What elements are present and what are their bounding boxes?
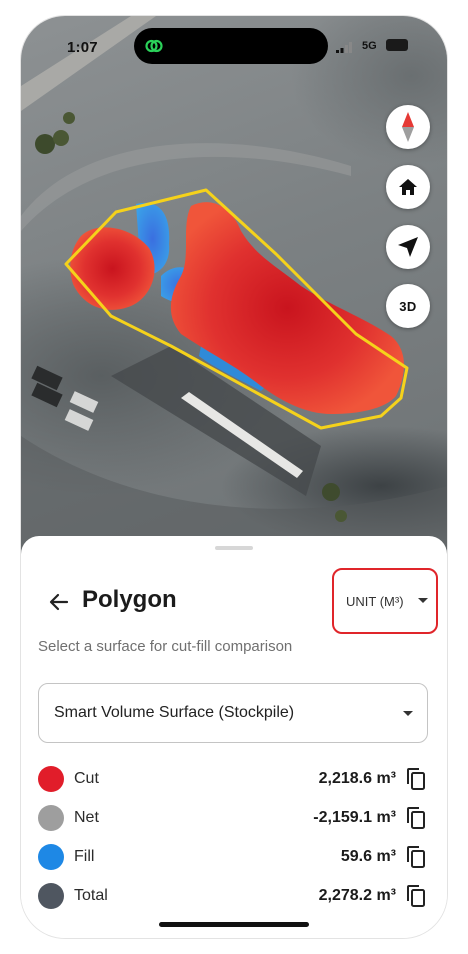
copy-icon[interactable] <box>404 884 428 908</box>
fill-color-dot <box>38 844 64 870</box>
copy-icon[interactable] <box>404 767 428 791</box>
compass-button[interactable] <box>386 105 430 149</box>
compass-icon <box>402 112 414 142</box>
3d-button[interactable]: 3D <box>386 284 430 328</box>
metric-value: 2,278.2 m³ <box>318 887 396 904</box>
home-button[interactable] <box>386 165 430 209</box>
metric-value: -2,159.1 m³ <box>313 809 396 826</box>
network-label: 5G <box>362 40 377 52</box>
home-indicator[interactable] <box>159 922 309 927</box>
locate-button[interactable] <box>386 225 430 269</box>
page-title: Polygon <box>82 586 177 613</box>
phone-screen: 1:07 5G 3D Polygon UNIT (M³) Select a su… <box>21 16 447 938</box>
road-arc <box>21 143 351 231</box>
surface-select[interactable]: Smart Volume Surface (Stockpile) <box>38 683 428 743</box>
chevron-down-icon <box>418 598 428 603</box>
surface-select-value: Smart Volume Surface (Stockpile) <box>54 704 295 721</box>
back-arrow-icon[interactable] <box>47 590 71 614</box>
metric-label: Total <box>74 887 108 904</box>
trucks <box>31 365 99 431</box>
map-layer <box>21 16 447 556</box>
copy-icon[interactable] <box>404 806 428 830</box>
metric-row-cut: Cut 2,218.6 m³ <box>38 764 430 794</box>
road <box>21 16 156 111</box>
navigation-arrow-icon <box>398 237 418 257</box>
unit-label: UNIT (M³) <box>346 594 404 609</box>
battery-icon <box>386 39 408 51</box>
metric-row-net: Net -2,159.1 m³ <box>38 803 430 833</box>
chevron-down-icon <box>403 711 413 716</box>
copy-icon[interactable] <box>404 845 428 869</box>
metric-value: 2,218.6 m³ <box>318 770 396 787</box>
metric-row-fill: Fill 59.6 m³ <box>38 842 430 872</box>
cut-color-dot <box>38 766 64 792</box>
signal-icon <box>336 42 352 53</box>
unit-dropdown[interactable]: UNIT (M³) <box>332 568 438 634</box>
dynamic-island <box>134 28 328 64</box>
satellite-map[interactable] <box>21 16 447 556</box>
status-time: 1:07 <box>67 39 98 56</box>
metric-row-total: Total 2,278.2 m³ <box>38 881 430 911</box>
metric-label: Net <box>74 809 99 826</box>
metric-label: Cut <box>74 770 99 787</box>
net-color-dot <box>38 805 64 831</box>
link-rings-icon <box>145 39 163 53</box>
3d-label: 3D <box>399 298 417 314</box>
total-color-dot <box>38 883 64 909</box>
surface-hint: Select a surface for cut-fill comparison <box>38 638 293 655</box>
bottom-sheet: Polygon UNIT (M³) Select a surface for c… <box>21 536 447 938</box>
metric-value: 59.6 m³ <box>340 848 396 865</box>
metric-label: Fill <box>74 848 95 865</box>
sheet-grabber[interactable] <box>215 546 253 550</box>
home-icon <box>399 179 417 195</box>
